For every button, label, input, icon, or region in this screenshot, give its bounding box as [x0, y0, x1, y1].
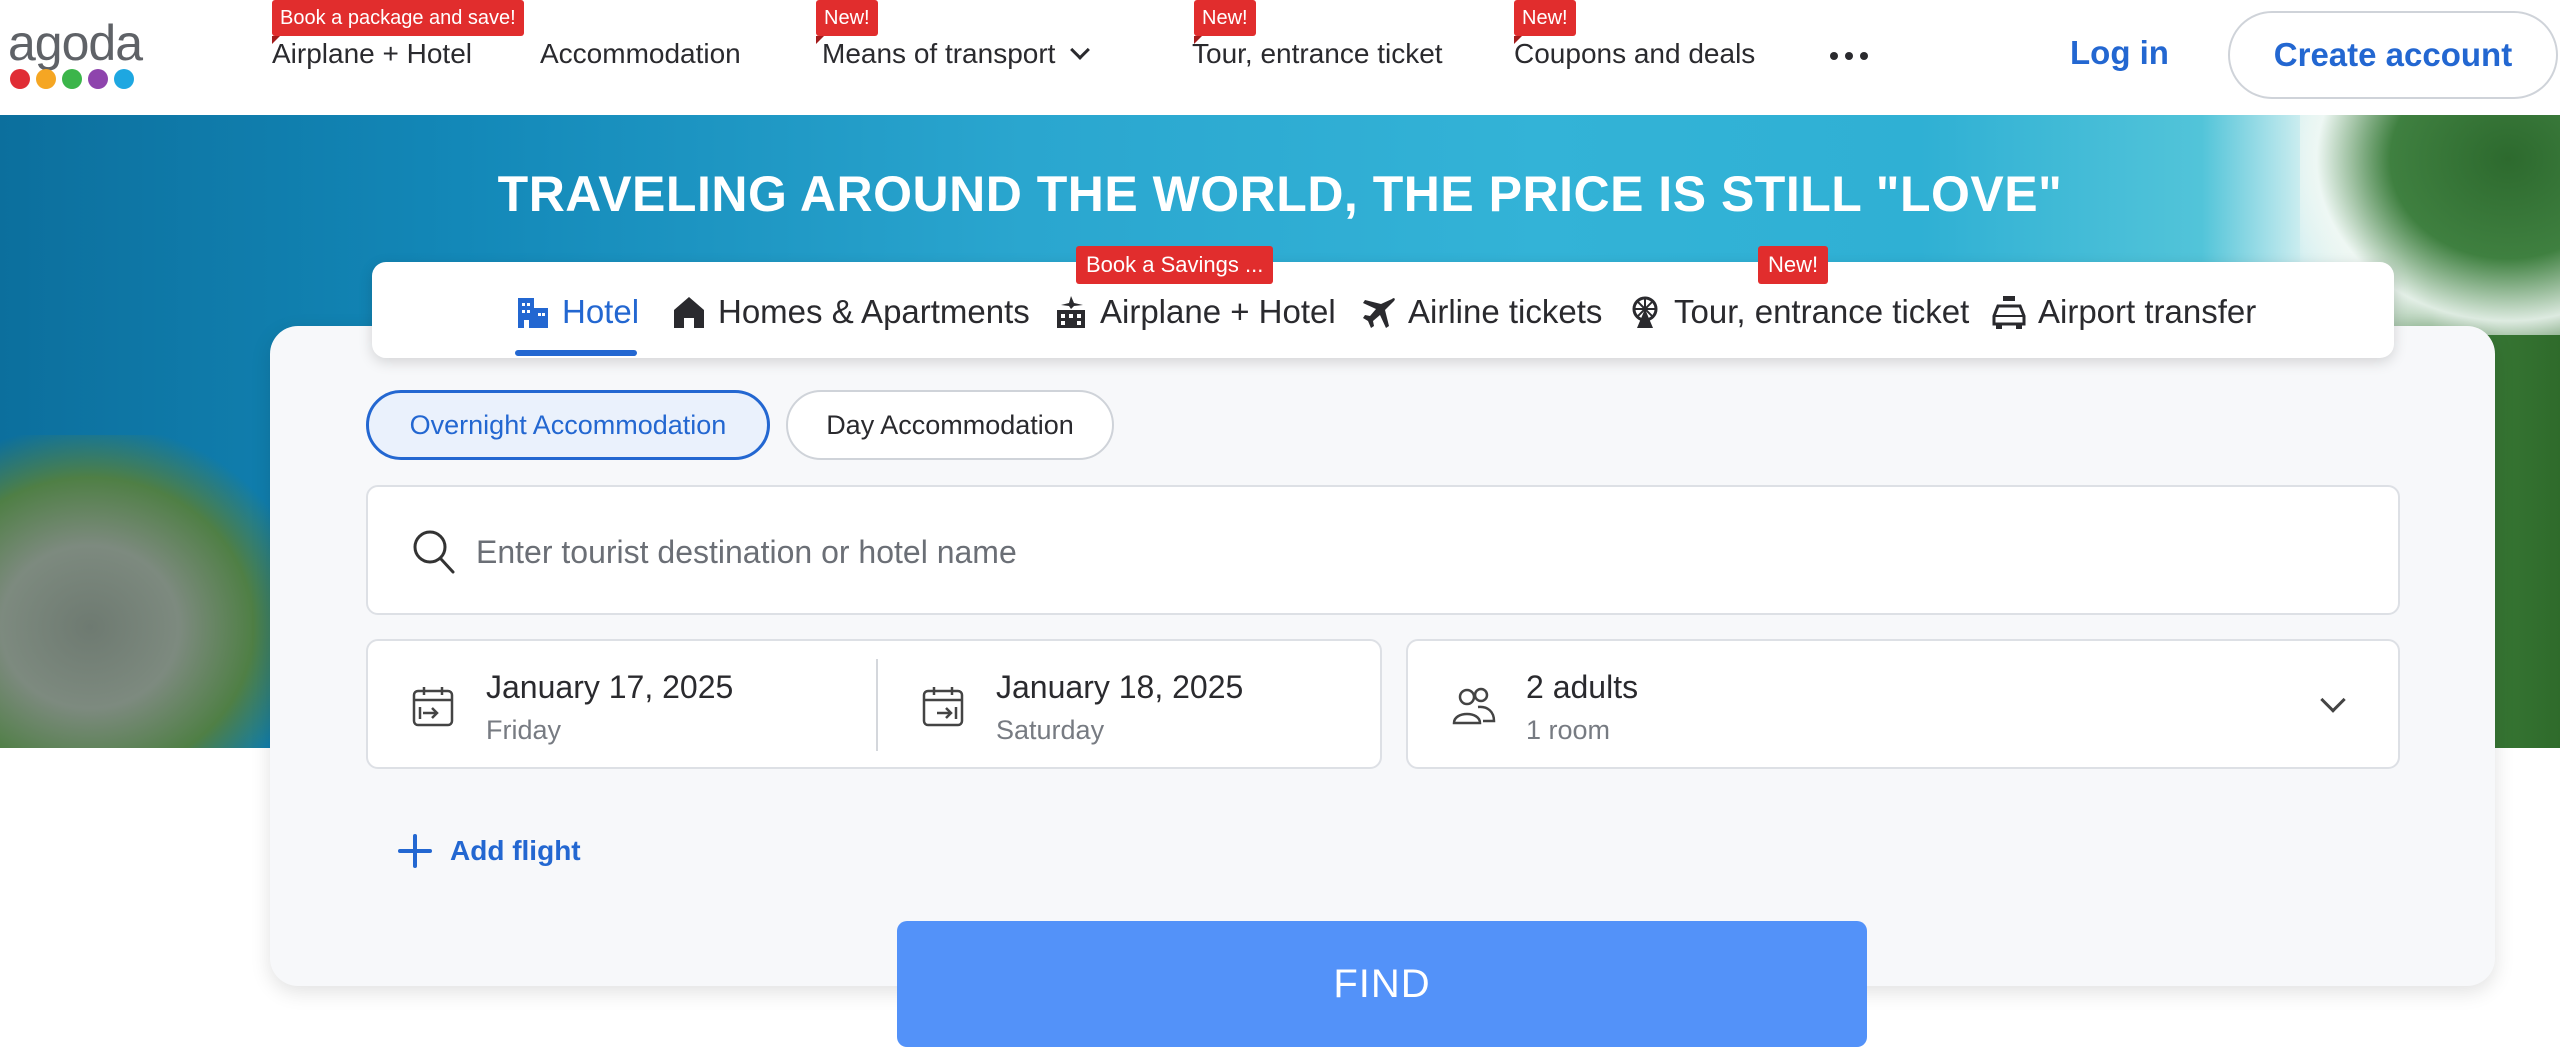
search-card: Overnight Accommodation Day Accommodatio…	[270, 326, 2495, 986]
check-in-day: Friday	[486, 715, 562, 745]
tab-tour-ticket[interactable]: Tour, entrance ticket	[1626, 284, 1969, 340]
nav-tour-ticket[interactable]: Tour, entrance ticket	[1192, 38, 1443, 70]
chevron-down-icon	[2320, 687, 2346, 713]
tab-badge-new: New!	[1758, 246, 1829, 284]
logo-dot-blue	[114, 69, 134, 89]
logo-dot-green	[62, 69, 82, 89]
add-flight-label: Add flight	[450, 835, 581, 866]
nav-means-of-transport-label: Means of transport	[822, 38, 1056, 69]
search-icon	[412, 529, 456, 580]
destination-search-box[interactable]	[366, 485, 2400, 615]
adults-count: 2 adults	[1526, 669, 1639, 705]
logo-wordmark: agoda	[8, 15, 143, 71]
check-out-field[interactable]: January 18, 2025 Saturday	[878, 641, 1382, 767]
plus-icon	[398, 834, 432, 868]
date-picker: January 17, 2025 Friday January 18, 2025…	[366, 639, 1382, 769]
chevron-down-icon	[1070, 40, 1091, 60]
check-out-day: Saturday	[996, 715, 1105, 745]
nav-badge-package: Book a package and save!	[272, 0, 524, 44]
tab-homes-apartments[interactable]: Homes & Apartments	[670, 284, 1030, 340]
tab-hotel-label: Hotel	[562, 293, 640, 330]
find-button[interactable]: FIND	[897, 921, 1867, 1047]
nav-coupons-deals[interactable]: Coupons and deals	[1514, 38, 1755, 70]
tab-homes-label: Homes & Apartments	[718, 293, 1030, 330]
tab-airport-transfer-label: Airport transfer	[2038, 293, 2257, 330]
check-out-date: January 18, 2025	[996, 669, 1244, 705]
rooms-count: 1 room	[1526, 715, 1611, 745]
tab-hotel[interactable]: Hotel	[514, 284, 639, 340]
more-horizontal-icon[interactable]	[1826, 44, 1872, 68]
day-accommodation-toggle[interactable]: Day Accommodation	[786, 390, 1114, 460]
top-header: agoda Book a package and save! Airplane …	[0, 0, 2560, 115]
home-icon	[670, 293, 708, 331]
destination-input[interactable]	[476, 517, 2356, 587]
create-account-button[interactable]: Create account	[2228, 11, 2558, 99]
users-icon	[1452, 685, 1496, 732]
login-link[interactable]: Log in	[2070, 34, 2169, 72]
nav-badge-coupons: New!	[1514, 0, 1576, 44]
calendar-checkout-icon	[922, 685, 964, 732]
car-icon	[1990, 293, 2028, 331]
active-tab-indicator	[515, 350, 637, 356]
logo-dot-yellow	[36, 69, 56, 89]
add-flight-button[interactable]: Add flight	[398, 834, 581, 868]
check-in-field[interactable]: January 17, 2025 Friday	[368, 641, 876, 767]
nav-airplane-hotel[interactable]: Airplane + Hotel	[272, 38, 472, 70]
tab-airport-transfer[interactable]: Airport transfer	[1990, 284, 2256, 340]
logo-dots	[10, 69, 134, 89]
logo-dot-purple	[88, 69, 108, 89]
tab-airline-tickets[interactable]: Airline tickets	[1360, 284, 1602, 340]
nav-badge-tour: New!	[1194, 0, 1256, 44]
logo-dot-red	[10, 69, 30, 89]
flight-hotel-icon	[1052, 293, 1090, 331]
tab-tour-label: Tour, entrance ticket	[1674, 293, 1970, 330]
ferris-wheel-icon	[1626, 293, 1664, 331]
hero-title: TRAVELING AROUND THE WORLD, THE PRICE IS…	[497, 166, 2063, 222]
overnight-accommodation-toggle[interactable]: Overnight Accommodation	[366, 390, 770, 460]
guests-rooms-selector[interactable]: 2 adults 1 room	[1406, 639, 2400, 769]
tab-badge-savings: Book a Savings ...	[1076, 246, 1274, 284]
tab-airplane-hotel-label: Airplane + Hotel	[1100, 293, 1336, 330]
product-tabs: Hotel Homes & Apartments Airplane + Hote…	[372, 262, 2394, 358]
calendar-checkin-icon	[412, 685, 454, 732]
tab-airline-label: Airline tickets	[1408, 293, 1603, 330]
airplane-icon	[1360, 293, 1398, 331]
nav-badge-transport: New!	[816, 0, 878, 44]
check-in-date: January 17, 2025	[486, 669, 734, 705]
nav-accommodation[interactable]: Accommodation	[540, 38, 741, 70]
nav-means-of-transport[interactable]: Means of transport	[822, 38, 1091, 70]
hotel-icon	[514, 293, 552, 331]
agoda-logo[interactable]: agoda	[8, 14, 158, 96]
tab-airplane-hotel[interactable]: Airplane + Hotel	[1052, 284, 1336, 340]
